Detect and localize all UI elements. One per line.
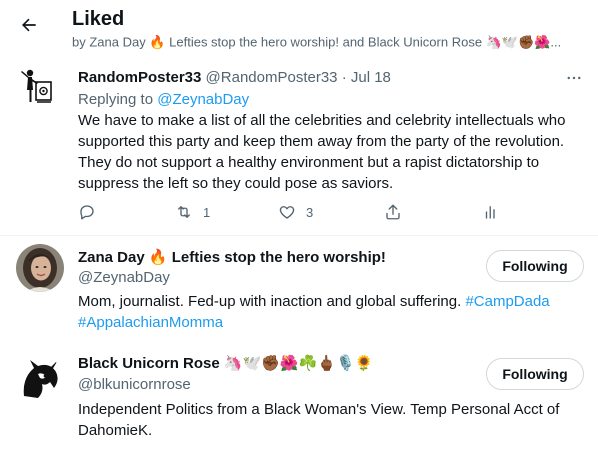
avatar[interactable] — [16, 356, 64, 404]
share-button[interactable] — [384, 200, 402, 224]
page-title: Liked — [72, 8, 125, 30]
subtitle-emojis: 🦄🕊️✊🏾🌺... — [485, 34, 562, 50]
page-header: Liked by Zana Day 🔥 Lefties stop the her… — [0, 0, 598, 60]
avatar[interactable] — [16, 68, 56, 108]
user-display-name-suffix: Lefties stop the hero worship! — [171, 249, 386, 266]
like-icon — [279, 206, 295, 219]
bio-text: Mom, journalist. Fed-up with inaction an… — [78, 293, 462, 310]
following-button[interactable]: Following — [486, 250, 584, 282]
page-subtitle: by Zana Day 🔥 Lefties stop the hero wors… — [72, 34, 582, 51]
unicorn-logo-icon — [16, 356, 64, 404]
subtitle-prefix: by Zana Day — [72, 34, 146, 50]
author-handle[interactable]: @RandomPoster33 — [206, 69, 338, 86]
analytics-button[interactable] — [482, 200, 500, 224]
like-button[interactable]: 3 — [278, 200, 313, 224]
profile-photo-icon — [16, 244, 64, 292]
user-bio: Mom, journalist. Fed-up with inaction an… — [78, 291, 578, 333]
hashtag-link[interactable]: #AppalachianMomma — [78, 314, 223, 331]
subtitle-name: Lefties stop the hero worship! — [169, 34, 339, 50]
user-name[interactable]: Black Unicorn Rose 🦄🕊️✊🏾🌺☘️🖕🏾🎙️🌻 — [78, 354, 373, 374]
user-display-name: Zana Day — [78, 249, 145, 266]
user-cell-zana-day[interactable]: Zana Day 🔥 Lefties stop the hero worship… — [0, 236, 598, 342]
reply-icon — [80, 205, 94, 220]
user-display-name: Black Unicorn Rose — [78, 355, 220, 372]
tweet-text: We have to make a list of all the celebr… — [78, 112, 566, 192]
retweet-count: 1 — [203, 204, 211, 220]
name-emojis: 🦄🕊️✊🏾🌺☘️🖕🏾🎙️🌻 — [223, 355, 374, 372]
replying-prefix: Replying to — [78, 91, 154, 108]
share-icon — [386, 204, 400, 220]
back-button[interactable] — [12, 8, 46, 42]
user-bio: Independent Politics from a Black Woman'… — [78, 401, 560, 439]
more-icon — [567, 76, 581, 80]
reply-button[interactable] — [78, 200, 96, 224]
following-button[interactable]: Following — [486, 358, 584, 390]
tweet[interactable]: RandomPoster33 @RandomPoster33 · Jul 18 … — [0, 60, 598, 235]
tweet-header: RandomPoster33 @RandomPoster33 · Jul 18 — [78, 68, 391, 88]
tweet-date[interactable]: Jul 18 — [351, 69, 391, 86]
person-at-safe-icon — [21, 69, 52, 103]
arrow-left-icon — [22, 18, 36, 32]
like-count: 3 — [306, 204, 314, 220]
replying-handle-link[interactable]: @ZeynabDay — [157, 91, 249, 108]
separator-dot: · — [341, 69, 347, 86]
analytics-icon — [485, 206, 495, 219]
subtitle-emoji: 🔥 — [149, 34, 166, 50]
avatar[interactable] — [16, 244, 64, 292]
subtitle-and: and Black Unicorn Rose — [342, 34, 483, 50]
hashtag-link[interactable]: #CampDada — [465, 293, 549, 310]
user-cell-black-unicorn-rose[interactable]: Black Unicorn Rose 🦄🕊️✊🏾🌺☘️🖕🏾🎙️🌻 @blkuni… — [0, 342, 598, 450]
user-handle[interactable]: @blkunicornrose — [78, 375, 191, 395]
author-name[interactable]: RandomPoster33 — [78, 69, 201, 86]
replying-to: Replying to @ZeynabDay — [78, 90, 249, 110]
user-name[interactable]: Zana Day 🔥 Lefties stop the hero worship… — [78, 248, 386, 268]
more-button[interactable] — [562, 68, 586, 88]
retweet-icon — [178, 206, 190, 218]
retweet-button[interactable]: 1 — [175, 200, 210, 224]
name-emoji: 🔥 — [148, 249, 168, 266]
user-handle[interactable]: @ZeynabDay — [78, 268, 170, 288]
tweet-actions: 1 3 — [68, 200, 498, 224]
